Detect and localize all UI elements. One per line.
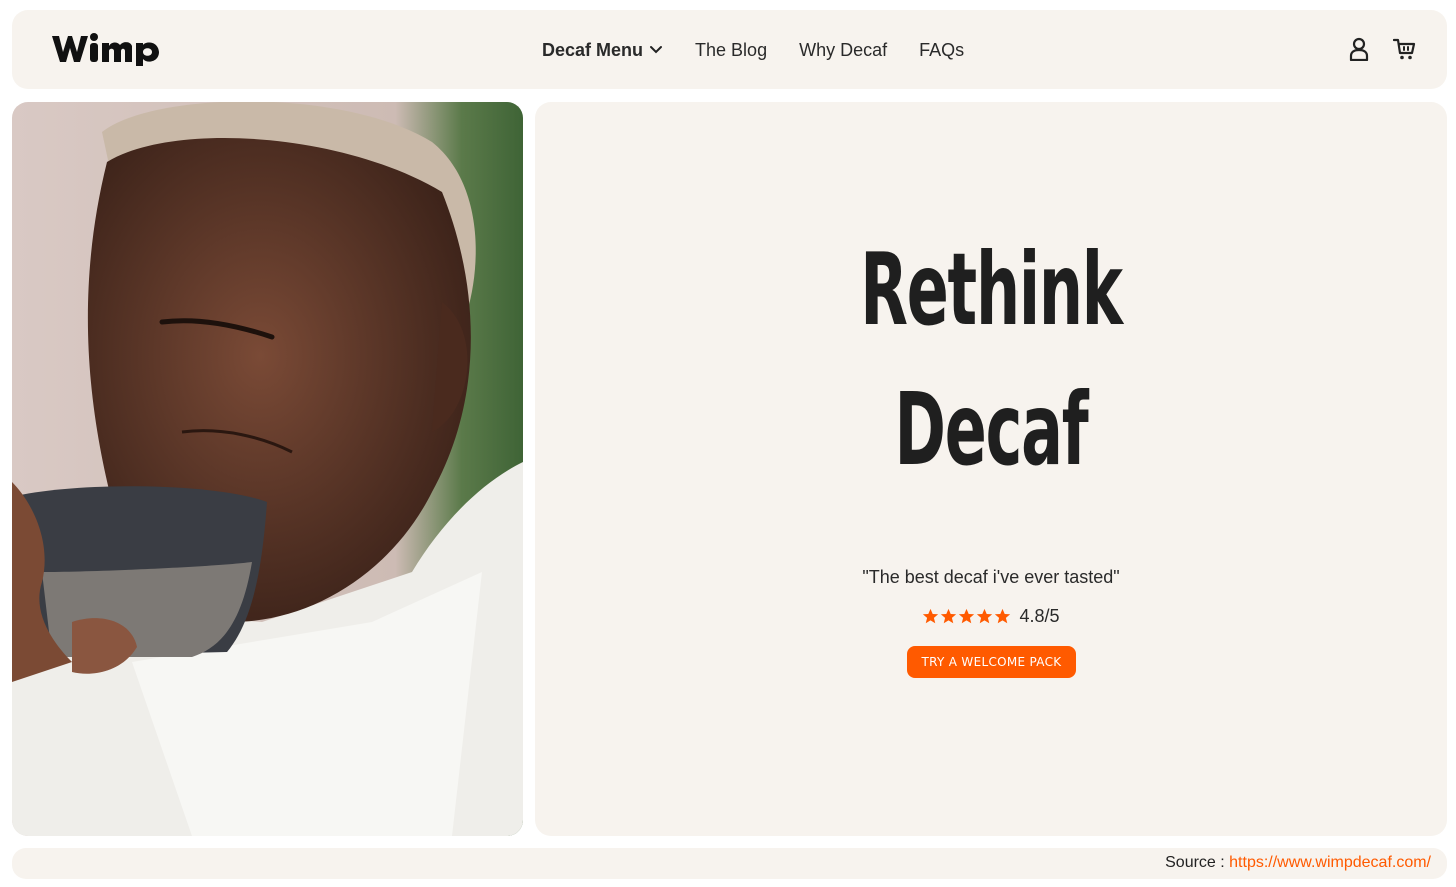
- account-button[interactable]: [1347, 36, 1371, 62]
- wimp-logo[interactable]: [50, 28, 162, 68]
- nav-the-blog[interactable]: The Blog: [695, 40, 767, 61]
- hero-title: Rethink Decaf: [708, 220, 1273, 500]
- header-actions: [1347, 36, 1417, 62]
- star-icon: [959, 608, 975, 624]
- star-icon: [941, 608, 957, 624]
- rating-stars: [922, 608, 1011, 625]
- site-header: Decaf Menu The Blog Why Decaf FAQs: [12, 10, 1447, 89]
- user-icon: [1349, 37, 1369, 61]
- nav-why-decaf[interactable]: Why Decaf: [799, 40, 887, 61]
- nav-why-decaf-label: Why Decaf: [799, 39, 888, 60]
- cart-button[interactable]: [1393, 36, 1417, 62]
- source-bar: Source : https://www.wimpdecaf.com/: [12, 848, 1447, 879]
- hero-panel: Rethink Decaf "The best decaf i've ever …: [535, 102, 1447, 836]
- nav-decaf-menu-label: Decaf Menu: [542, 39, 644, 60]
- hero-title-line2: Decaf: [894, 371, 1089, 488]
- try-welcome-pack-button[interactable]: TRY A WELCOME PACK: [907, 646, 1076, 678]
- nav-decaf-menu[interactable]: Decaf Menu: [542, 40, 663, 61]
- source-link[interactable]: https://www.wimpdecaf.com/: [1229, 854, 1431, 871]
- nav-the-blog-label: The Blog: [695, 39, 768, 60]
- star-icon: [977, 608, 993, 624]
- hero-title-line1: Rethink: [860, 231, 1123, 348]
- hero-photo: [12, 102, 523, 836]
- rating-value: 4.8/5: [1019, 606, 1060, 626]
- star-icon: [923, 608, 939, 624]
- source-label: Source :: [1165, 854, 1230, 871]
- chevron-down-icon: [650, 46, 663, 54]
- man-drinking-coffee-image: [12, 102, 523, 836]
- rating: 4.8/5: [535, 606, 1447, 627]
- nav-faqs[interactable]: FAQs: [919, 40, 964, 61]
- nav-faqs-label: FAQs: [919, 39, 965, 60]
- star-icon: [995, 608, 1011, 624]
- source-credit: Source : https://www.wimpdecaf.com/: [1165, 854, 1431, 872]
- cart-icon: [1393, 38, 1416, 60]
- testimonial-quote: "The best decaf i've ever tasted": [862, 567, 1120, 587]
- main-nav: Decaf Menu The Blog Why Decaf FAQs: [542, 37, 964, 63]
